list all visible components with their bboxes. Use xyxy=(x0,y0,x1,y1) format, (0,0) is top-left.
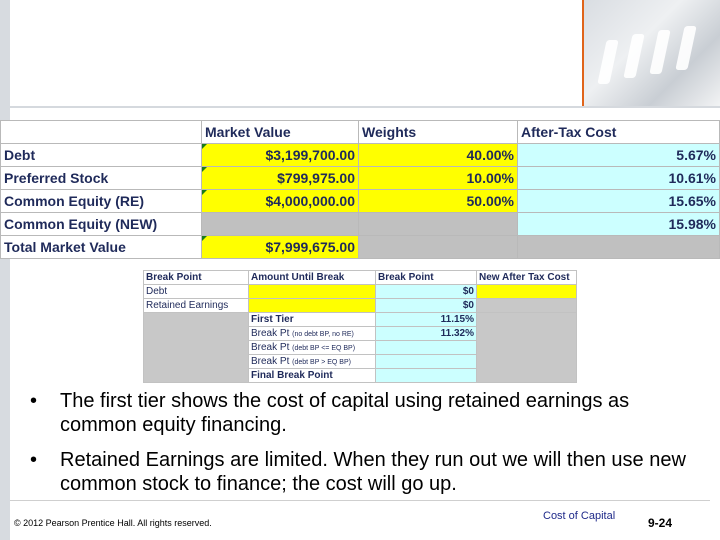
market-value-cell xyxy=(201,212,359,236)
break-point-table: Break Point Amount Until Break Break Poi… xyxy=(143,270,577,383)
cost-cell: 10.61% xyxy=(517,166,720,190)
slide: Market Value Weights After-Tax Cost Debt… xyxy=(0,0,720,540)
tier-label: First Tier xyxy=(248,312,376,327)
tier-label: Break Pt (no debt BP, no RE) xyxy=(248,326,376,341)
chair-shape xyxy=(597,40,619,84)
tier-label: Final Break Point xyxy=(248,368,376,383)
row-label: Debt xyxy=(0,143,202,167)
cost-cell: 15.98% xyxy=(517,212,720,236)
table-header-row: Break Point Amount Until Break Break Poi… xyxy=(143,270,577,285)
table-header-row: Market Value Weights After-Tax Cost xyxy=(0,120,720,144)
boardroom-photo xyxy=(582,0,720,106)
row-label: Common Equity (NEW) xyxy=(0,212,202,236)
table-row: Common Equity (NEW) 15.98% xyxy=(0,212,720,236)
table-row: Retained Earnings $0 xyxy=(143,298,577,313)
header-cell: Weights xyxy=(358,120,518,144)
header-cell: Market Value xyxy=(201,120,359,144)
header-cell: Amount Until Break xyxy=(248,270,376,285)
market-value-cell: $799,975.00 xyxy=(201,166,359,190)
amount-cell xyxy=(248,284,376,299)
tier-label: Break Pt (debt BP > EQ BP) xyxy=(248,354,376,369)
table-row: Preferred Stock $799,975.00 10.00% 10.61… xyxy=(0,166,720,190)
weight-cell: 50.00% xyxy=(358,189,518,213)
header-band xyxy=(10,10,582,106)
cost-cell xyxy=(517,235,720,259)
bullet-list: • The first tier shows the cost of capit… xyxy=(30,389,690,507)
bullet-icon: • xyxy=(30,449,38,471)
row-label: Retained Earnings xyxy=(143,298,249,313)
row-label: Preferred Stock xyxy=(0,166,202,190)
tier-value: 11.32% xyxy=(375,326,477,341)
header-cell: After-Tax Cost xyxy=(517,120,720,144)
market-value-table: Market Value Weights After-Tax Cost Debt… xyxy=(0,120,720,259)
header-cell xyxy=(0,120,202,144)
weight-cell xyxy=(358,212,518,236)
tier-value xyxy=(375,354,477,369)
amount-cell xyxy=(248,298,376,313)
weight-cell: 10.00% xyxy=(358,166,518,190)
tier-value xyxy=(375,340,477,355)
page-number: 9-24 xyxy=(648,516,673,530)
break-point-cell: $0 xyxy=(375,298,477,313)
market-value-cell: $4,000,000.00 xyxy=(201,189,359,213)
market-value-cell: $3,199,700.00 xyxy=(201,143,359,167)
left-decor-strip xyxy=(0,0,10,540)
table-row: First Tier 11.15% xyxy=(143,312,577,383)
bullet-text: Retained Earnings are limited. When they… xyxy=(60,449,686,495)
chair-shape xyxy=(623,34,645,78)
row-label: Common Equity (RE) xyxy=(0,189,202,213)
market-value-cell: $7,999,675.00 xyxy=(201,235,359,259)
tier-value: 11.15% xyxy=(375,312,477,327)
header-divider xyxy=(10,106,720,108)
copyright-text: © 2012 Pearson Prentice Hall. All rights… xyxy=(14,518,212,528)
weight-cell xyxy=(358,235,518,259)
list-item: • Retained Earnings are limited. When th… xyxy=(30,448,690,496)
cost-cell: 5.67% xyxy=(517,143,720,167)
footer-divider xyxy=(10,500,710,501)
tier-value xyxy=(375,368,477,383)
bullet-text: The first tier shows the cost of capital… xyxy=(60,390,630,436)
row-label: Total Market Value xyxy=(0,235,202,259)
table-row: Total Market Value $7,999,675.00 xyxy=(0,235,720,259)
new-cost-cell xyxy=(476,298,577,313)
chair-shape xyxy=(675,26,697,70)
break-point-cell: $0 xyxy=(375,284,477,299)
tier-label: Break Pt (debt BP <= EQ BP) xyxy=(248,340,376,355)
table-row: Common Equity (RE) $4,000,000.00 50.00% … xyxy=(0,189,720,213)
table-row: Debt $3,199,700.00 40.00% 5.67% xyxy=(0,143,720,167)
header-cell: New After Tax Cost xyxy=(476,270,577,285)
section-label: Cost of Capital xyxy=(543,510,616,522)
bullet-icon: • xyxy=(30,390,38,412)
row-label: Debt xyxy=(143,284,249,299)
table-row: Debt $0 xyxy=(143,284,577,299)
list-item: • The first tier shows the cost of capit… xyxy=(30,389,690,437)
header-cell: Break Point xyxy=(143,270,249,285)
new-cost-cell xyxy=(476,284,577,299)
cost-cell: 15.65% xyxy=(517,189,720,213)
empty-cell xyxy=(476,312,577,383)
chair-shape xyxy=(649,30,671,74)
weight-cell: 40.00% xyxy=(358,143,518,167)
header-cell: Break Point xyxy=(375,270,477,285)
empty-cell xyxy=(143,312,249,383)
